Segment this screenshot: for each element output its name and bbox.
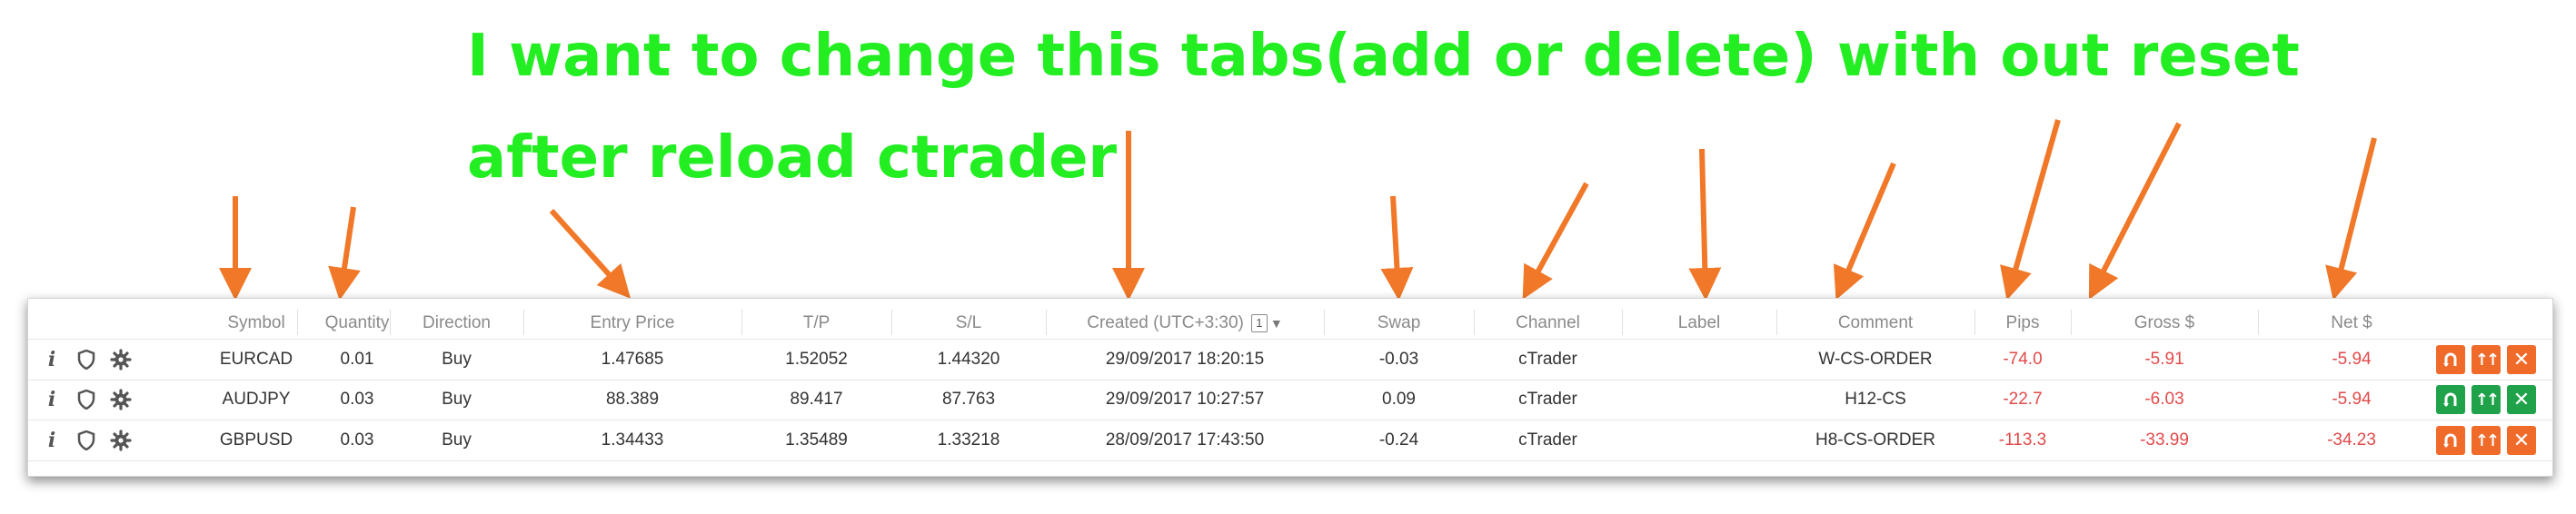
cell-created: 28/09/2017 17:43:50 [1105, 430, 1265, 450]
arrow-to-swap [1380, 195, 1414, 301]
cell-created: 29/09/2017 10:27:57 [1105, 390, 1265, 409]
column-header-net[interactable]: Net $ [2258, 306, 2445, 341]
cell-tp[interactable]: 1.52052 [741, 340, 891, 380]
info-icon[interactable]: i [39, 387, 65, 412]
annotation-text: I want to change this tabs(add or delete… [467, 23, 2300, 192]
cell-label [1622, 380, 1776, 420]
cell-swap: -0.24 [1378, 430, 1419, 450]
table-row[interactable]: i GBPUSD 0.03 Buy 1.34433 1.35489 1.3321… [28, 420, 2552, 461]
sort-index-badge: 1 [1250, 313, 1268, 332]
cell-sl[interactable]: 87.763 [891, 380, 1046, 420]
cell-channel: cTrader [1518, 350, 1577, 369]
cell-gross: -33.99 [2140, 430, 2189, 450]
cell-entry-price: 1.47685 [601, 350, 664, 369]
column-header-created[interactable]: Created (UTC+3:30) 1 ▼ [1046, 306, 1324, 341]
double-position-icon[interactable]: ↑↑ [2472, 426, 2501, 455]
column-header-comment[interactable]: Comment [1776, 306, 1974, 341]
close-position-icon[interactable]: ✕ [2507, 345, 2536, 374]
cell-label [1622, 420, 1776, 460]
cell-entry-price: 88.389 [605, 390, 660, 409]
double-position-icon[interactable]: ↑↑ [2472, 385, 2501, 414]
info-icon[interactable]: i [39, 347, 65, 372]
double-position-icon[interactable]: ↑↑ [2472, 345, 2501, 374]
column-header-channel[interactable]: Channel [1474, 306, 1622, 341]
cell-sl[interactable]: 1.44320 [891, 340, 1046, 380]
cell-net: -5.94 [2332, 390, 2372, 409]
reverse-position-icon[interactable] [2436, 385, 2465, 414]
table-row[interactable]: i AUDJPY 0.03 Buy 88.389 89.417 87.763 2… [28, 380, 2552, 420]
cell-pips: -22.7 [2003, 390, 2043, 409]
cell-entry-price: 1.34433 [601, 430, 664, 450]
cell-pips: -113.3 [1998, 430, 2047, 450]
column-header-direction[interactable]: Direction [390, 306, 523, 341]
gear-icon[interactable] [108, 428, 134, 453]
shield-icon[interactable] [74, 347, 99, 372]
cell-sl[interactable]: 1.33218 [891, 420, 1046, 460]
column-header-entry-price[interactable]: Entry Price [523, 306, 741, 341]
cell-comment: H12-CS [1845, 390, 1906, 409]
gear-icon[interactable] [108, 387, 134, 412]
cell-label [1622, 340, 1776, 380]
cell-net: -34.23 [2327, 430, 2376, 450]
cell-tp[interactable]: 89.417 [741, 380, 891, 420]
cell-swap: -0.03 [1378, 350, 1419, 369]
cell-comment: W-CS-ORDER [1818, 350, 1933, 369]
cell-channel: cTrader [1518, 430, 1577, 450]
column-header-pips[interactable]: Pips [1974, 306, 2071, 341]
column-header-sl[interactable]: S/L [891, 306, 1046, 341]
column-header-swap[interactable]: Swap [1324, 306, 1474, 341]
positions-panel: Symbol Quantity Direction Entry Price T/… [27, 298, 2553, 477]
reverse-position-icon[interactable] [2436, 426, 2465, 455]
cell-net: -5.94 [2332, 350, 2372, 369]
column-header-label[interactable]: Label [1622, 306, 1776, 341]
column-header-created-label: Created (UTC+3:30) [1087, 313, 1244, 332]
cell-channel: cTrader [1518, 390, 1577, 409]
cell-direction: Buy [442, 390, 472, 409]
sort-caret-icon[interactable]: ▼ [1270, 316, 1283, 331]
cell-tp[interactable]: 1.35489 [741, 420, 891, 460]
shield-icon[interactable] [74, 428, 99, 453]
reverse-position-icon[interactable] [2436, 345, 2465, 374]
arrow-to-quantity [328, 206, 361, 301]
column-header-gross[interactable]: Gross $ [2071, 306, 2258, 341]
cell-swap: 0.09 [1382, 390, 1416, 409]
cell-direction: Buy [442, 430, 472, 450]
info-icon[interactable]: i [39, 428, 65, 453]
cell-comment: H8-CS-ORDER [1815, 430, 1935, 450]
cell-direction: Buy [442, 350, 472, 369]
cell-created: 29/09/2017 18:20:15 [1105, 350, 1265, 369]
cell-gross: -6.03 [2144, 390, 2184, 409]
cell-pips: -74.0 [2003, 350, 2043, 369]
close-position-icon[interactable]: ✕ [2507, 426, 2536, 455]
gear-icon[interactable] [108, 347, 134, 372]
column-header-tp[interactable]: T/P [741, 306, 891, 341]
arrow-to-entry-price [549, 208, 632, 299]
table-row[interactable]: i EURCAD 0.01 Buy 1.47685 1.52052 1.4432… [28, 339, 2552, 381]
close-position-icon[interactable]: ✕ [2507, 385, 2536, 414]
shield-icon[interactable] [74, 387, 99, 412]
cell-gross: -5.91 [2144, 350, 2184, 369]
